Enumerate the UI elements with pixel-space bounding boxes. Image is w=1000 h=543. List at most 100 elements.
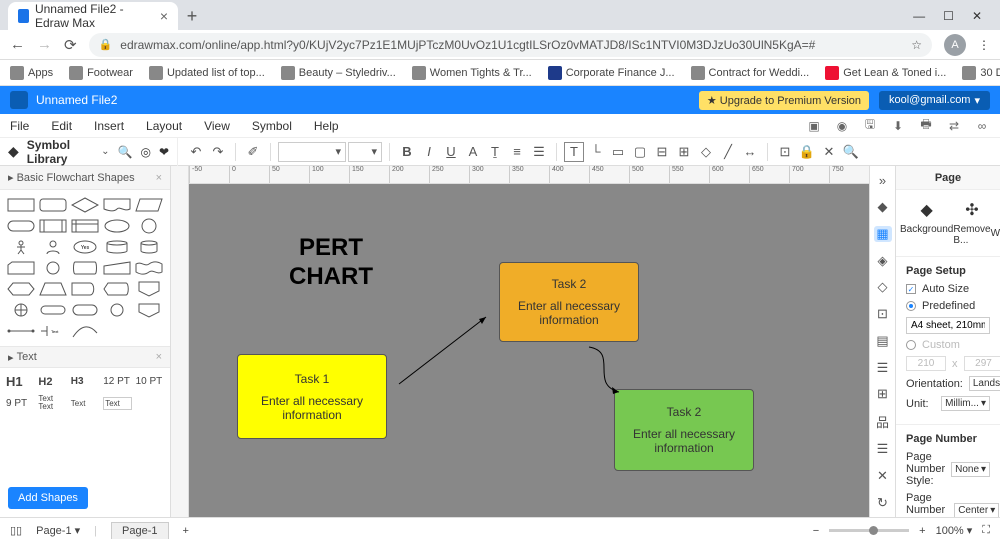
reload-icon[interactable]: ⟳ xyxy=(64,36,77,54)
shape-display[interactable] xyxy=(102,280,132,298)
paper-size-select[interactable] xyxy=(906,317,990,334)
shape-direct-data[interactable] xyxy=(70,259,100,277)
distribute-icon[interactable]: ⊞ xyxy=(674,142,694,162)
add-shapes-button[interactable]: Add Shapes xyxy=(8,487,88,509)
predefined-option[interactable]: Predefined xyxy=(906,300,990,312)
page-select[interactable]: Page-1 ▾ xyxy=(36,524,80,537)
star-icon[interactable]: ☆ xyxy=(911,38,922,52)
crop-icon[interactable]: ⊡ xyxy=(775,142,795,162)
shape-circle[interactable] xyxy=(134,217,164,235)
shape-card[interactable] xyxy=(6,259,36,277)
dock-ruler-icon[interactable]: 品 xyxy=(874,413,892,431)
bookmark-item[interactable]: Footwear xyxy=(69,66,133,80)
task-box-3[interactable]: Task 2 Enter all necessary information xyxy=(614,389,754,471)
dock-grid-icon[interactable]: ⊞ xyxy=(874,386,892,403)
font-color-icon[interactable]: A xyxy=(463,142,483,162)
font-size-select[interactable]: ▾ xyxy=(348,142,382,162)
shapes-panel-header[interactable]: ▸ Basic Flowchart Shapes × xyxy=(0,166,170,190)
shape-offpage[interactable] xyxy=(134,280,164,298)
text-h2[interactable]: H2 xyxy=(38,376,66,388)
dock-data-icon[interactable]: ▤ xyxy=(874,333,892,350)
shape-drum[interactable] xyxy=(134,238,164,256)
menu-layout[interactable]: Layout xyxy=(146,119,182,133)
bookmark-item[interactable]: Contract for Weddi... xyxy=(691,66,810,80)
height-input[interactable] xyxy=(964,356,1000,371)
shape-rounded-icon[interactable]: ▢ xyxy=(630,142,650,162)
text-10pt[interactable]: 10 PT xyxy=(136,376,164,387)
dock-expand-icon[interactable]: » xyxy=(874,172,892,189)
format-painter-icon[interactable]: ✐ xyxy=(243,142,263,162)
close-panel-icon[interactable]: × xyxy=(156,172,162,184)
shape-ellipse[interactable] xyxy=(102,217,132,235)
custom-option[interactable]: Custom xyxy=(906,339,990,351)
text-12pt[interactable]: 12 PT xyxy=(103,376,131,387)
dock-history-icon[interactable]: ↻ xyxy=(874,494,892,511)
shape-yes[interactable]: Yes xyxy=(70,238,100,256)
align-icon[interactable]: ≡ xyxy=(507,142,527,162)
shape-line[interactable] xyxy=(6,322,36,340)
shape-hexagon[interactable] xyxy=(6,280,36,298)
menu-view[interactable]: View xyxy=(204,119,230,133)
dock-zoom-icon[interactable]: ✕ xyxy=(874,468,892,485)
text-tool-icon[interactable]: T xyxy=(564,142,584,162)
shape-data[interactable] xyxy=(134,196,164,214)
line-spacing-icon[interactable]: ☰ xyxy=(529,142,549,162)
connector-arrow-2[interactable] xyxy=(579,344,659,399)
url-field[interactable]: 🔒 edrawmax.com/online/app.html?y0/KUjV2y… xyxy=(89,33,932,57)
italic-icon[interactable]: I xyxy=(419,142,439,162)
zoom-value[interactable]: 100% ▾ xyxy=(936,524,973,537)
remove-bg-button[interactable]: ✣Remove B... xyxy=(953,200,990,246)
target-icon[interactable]: ◎ xyxy=(140,145,150,159)
chart-title[interactable]: PERT CHART xyxy=(289,234,373,292)
font-select[interactable]: ▾ xyxy=(278,142,346,162)
search-tool-icon[interactable]: 🔍 xyxy=(841,142,861,162)
back-icon[interactable]: ← xyxy=(10,36,25,53)
undo-icon[interactable]: ↶ xyxy=(186,142,206,162)
shape-process[interactable] xyxy=(6,196,36,214)
print-icon[interactable]: 🖶 xyxy=(918,118,934,134)
pn-style-select[interactable]: None▾ xyxy=(951,462,990,477)
shape-tape[interactable] xyxy=(134,259,164,277)
zoom-out-button[interactable]: − xyxy=(813,525,819,537)
width-input[interactable] xyxy=(906,356,946,371)
pn-pos-select[interactable]: Center▾ xyxy=(954,503,999,518)
add-page-button[interactable]: + xyxy=(183,525,189,537)
bookmark-item[interactable]: Beauty – Styledriv... xyxy=(281,66,396,80)
shape-shield[interactable] xyxy=(134,301,164,319)
zoom-in-button[interactable]: + xyxy=(919,525,925,537)
menu-edit[interactable]: Edit xyxy=(51,119,72,133)
bookmark-item[interactable]: 30 Day Fitness Chal... xyxy=(962,66,1000,80)
background-button[interactable]: ◆Background xyxy=(900,200,953,246)
bold-icon[interactable]: B xyxy=(397,142,417,162)
account-button[interactable]: kool@gmail.com▾ xyxy=(879,91,990,110)
shape-trapezoid[interactable] xyxy=(38,280,68,298)
auto-size-option[interactable]: ✓Auto Size xyxy=(906,283,990,295)
menu-help[interactable]: Help xyxy=(314,119,339,133)
text-panel-header[interactable]: ▸ Text × xyxy=(0,346,170,368)
play-icon[interactable]: ▣ xyxy=(806,118,822,134)
line-style-icon[interactable]: ╱ xyxy=(718,142,738,162)
close-icon[interactable]: × xyxy=(160,8,168,24)
browser-tab[interactable]: Unnamed File2 - Edraw Max × xyxy=(8,2,178,30)
shape-delay[interactable] xyxy=(70,280,100,298)
text-sample[interactable]: Text xyxy=(71,399,99,408)
text-box-sample[interactable]: Text xyxy=(103,397,131,410)
shape-circle2[interactable] xyxy=(102,301,132,319)
shape-decision[interactable] xyxy=(70,196,100,214)
share-icon[interactable]: ⇄ xyxy=(946,118,962,134)
shape-connector[interactable] xyxy=(38,259,68,277)
shape-curve[interactable] xyxy=(70,322,100,340)
task-box-2[interactable]: Task 2 Enter all necessary information xyxy=(499,262,639,342)
bookmark-item[interactable]: Get Lean & Toned i... xyxy=(825,66,946,80)
download-icon[interactable]: ⬇ xyxy=(890,118,906,134)
dock-snap-icon[interactable]: ☰ xyxy=(874,441,892,458)
text-9pt[interactable]: 9 PT xyxy=(6,398,34,409)
save-icon[interactable]: 🖫 xyxy=(862,118,878,134)
canvas[interactable]: PERT CHART Task 1 Enter all necessary in… xyxy=(189,184,869,517)
connector-arrow-1[interactable] xyxy=(394,309,494,389)
text-h3[interactable]: H3 xyxy=(71,376,99,387)
shape-stadium[interactable] xyxy=(38,301,68,319)
dock-view-icon[interactable]: ⊡ xyxy=(874,306,892,323)
shape-rect-icon[interactable]: ▭ xyxy=(608,142,628,162)
symbol-library-button[interactable]: ◆ Symbol Library ⌄ 🔍 ◎ ❤ xyxy=(0,138,178,166)
